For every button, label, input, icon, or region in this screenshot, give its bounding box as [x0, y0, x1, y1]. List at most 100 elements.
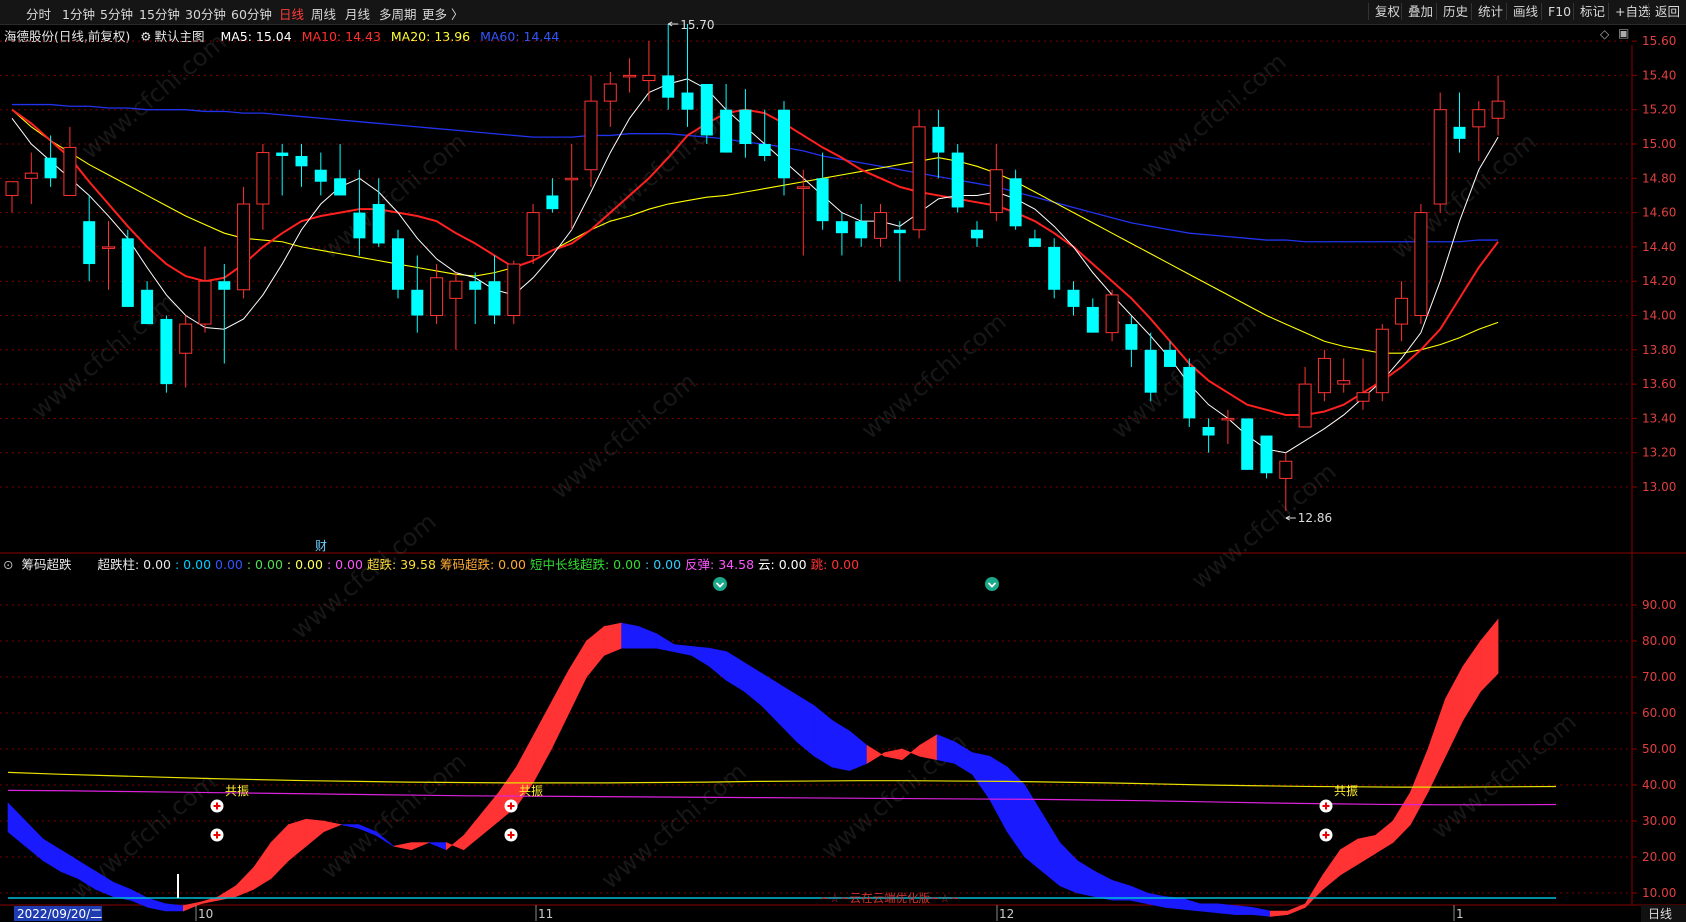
candle-body-up [198, 280, 212, 325]
band-segment-falling [691, 646, 710, 667]
candle-body-up [179, 323, 193, 354]
candle-body-down [1202, 426, 1215, 436]
band-segment-falling [1077, 860, 1096, 897]
candle-body-down [1183, 366, 1196, 419]
price-tick-label: 15.40 [1642, 68, 1676, 82]
band-segment-rising [288, 818, 307, 862]
band-segment-falling [1199, 903, 1218, 914]
candle-body-down [1164, 349, 1176, 367]
candle-body-up [1395, 297, 1409, 325]
candle-body-up [430, 277, 444, 316]
period-indicator-label: 日线 [1648, 907, 1672, 921]
band-segment-falling [1129, 885, 1148, 905]
candle-body-up [642, 74, 656, 82]
indicator-tick-label: 80.00 [1642, 634, 1676, 648]
band-segment-rising [235, 867, 254, 898]
price-tick-label: 13.00 [1642, 480, 1676, 494]
candle-body-up [237, 203, 251, 291]
candle-body-down [160, 318, 173, 385]
band-segment-falling [971, 752, 991, 801]
resonance-label: 共振 [225, 784, 249, 798]
band-segment-rising [533, 702, 552, 782]
band-segment-falling [25, 820, 44, 862]
resonance-label: 共振 [1334, 784, 1358, 798]
candle-body-up [1491, 100, 1505, 119]
candle-body-up [874, 212, 887, 239]
band-segment-rising [866, 744, 885, 764]
band-segment-falling [831, 719, 850, 771]
candle-body-down [488, 281, 501, 316]
candle-body-down [83, 221, 96, 265]
band-segment-rising [1269, 910, 1289, 917]
candle-body-up [584, 100, 598, 171]
band-segment-falling [849, 730, 868, 772]
band-segment-rising [1427, 698, 1446, 793]
candle-body-up [1414, 212, 1428, 317]
low-price-label: 12.86 [1298, 511, 1332, 525]
candle-body-up [1337, 380, 1351, 385]
candle-body-down [835, 221, 848, 234]
band-segment-rising [1392, 791, 1411, 844]
candle-body-down [932, 126, 945, 153]
price-tick-label: 13.40 [1642, 411, 1676, 425]
candle-body-up [1356, 392, 1370, 402]
band-segment-rising [481, 791, 500, 837]
candle-body-down [392, 238, 404, 290]
candle-body-down [372, 204, 385, 244]
band-segment-falling [779, 683, 798, 743]
candle-body-up [1433, 109, 1447, 205]
candle-body-down [951, 152, 964, 208]
band-segment-falling [1217, 903, 1236, 915]
candle-body-up [507, 263, 521, 316]
candle-body-down [1048, 246, 1061, 290]
band-segment-falling [638, 626, 657, 649]
band-segment-rising [305, 818, 324, 847]
candle-body-up [796, 186, 810, 189]
price-tick-label: 14.60 [1642, 206, 1676, 220]
band-segment-rising [498, 766, 517, 822]
indicator-tick-label: 60.00 [1642, 706, 1676, 720]
price-tick-label: 15.60 [1642, 34, 1676, 48]
candle-body-down [121, 238, 134, 307]
band-segment-falling [60, 849, 79, 880]
price-tick-label: 14.40 [1642, 240, 1676, 254]
candle-body-up [1298, 383, 1312, 428]
candle-body-down [353, 212, 366, 239]
indicator-tick-label: 40.00 [1642, 778, 1676, 792]
band-segment-rising [603, 622, 622, 656]
candle-body-down [1260, 435, 1273, 474]
candle-body-up [24, 172, 38, 179]
candle-body-up [1317, 357, 1331, 394]
candle-body-down [700, 83, 713, 136]
candle-body-down [1241, 418, 1254, 470]
financial-marker: 财 [315, 539, 327, 553]
candle-body-down [314, 169, 327, 182]
band-segment-falling [1094, 870, 1113, 901]
candle-body-down [816, 178, 829, 222]
indicator-tick-label: 70.00 [1642, 670, 1676, 684]
chart-area[interactable]: www.cfchi.comwww.cfchi.comwww.cfchi.comw… [0, 0, 1686, 922]
candle-body-down [855, 221, 868, 239]
band-segment-falling [796, 694, 815, 757]
band-segment-rising [393, 842, 412, 851]
price-tick-label: 14.20 [1642, 274, 1676, 288]
price-panel-bg [0, 45, 1632, 553]
candle-body-up [1279, 460, 1293, 479]
candle-body-down [141, 289, 154, 325]
candle-body-down [334, 178, 347, 196]
band-segment-rising [1322, 848, 1341, 891]
band-segment-falling [1059, 841, 1078, 894]
high-marker-arrow [667, 21, 679, 27]
band-segment-falling [7, 802, 26, 847]
candle-body-up [1221, 417, 1235, 421]
band-segment-falling [341, 824, 359, 829]
candle-body-down [276, 152, 289, 157]
price-tick-label: 14.80 [1642, 171, 1676, 185]
check-circle-icon [985, 577, 999, 591]
candle-body-down [469, 281, 482, 290]
candle-body-up [449, 280, 463, 299]
candle-body-down [739, 109, 752, 144]
band-segment-rising [1340, 838, 1359, 876]
band-segment-falling [708, 647, 728, 682]
band-segment-falling [1006, 766, 1026, 858]
